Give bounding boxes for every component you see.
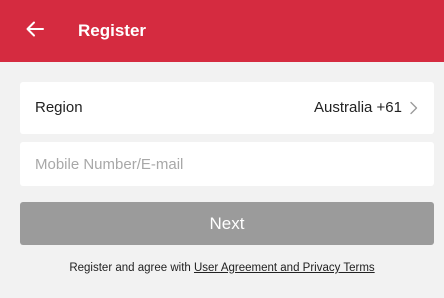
user-agreement-link[interactable]: User Agreement and Privacy Terms xyxy=(194,262,375,274)
agreement-prefix: Register and agree with xyxy=(69,262,194,274)
agreement-text: Register and agree with User Agreement a… xyxy=(0,262,444,274)
back-button[interactable] xyxy=(22,18,48,44)
page-title: Register xyxy=(78,21,147,40)
app-header: Register xyxy=(0,0,444,62)
register-screen: Register Region Australia +61 Next Regis… xyxy=(0,0,444,298)
arrow-left-icon xyxy=(26,21,44,42)
region-value[interactable]: Australia +61 xyxy=(314,82,402,134)
mobile-email-input[interactable] xyxy=(35,142,420,186)
account-field-container xyxy=(20,142,434,186)
next-button[interactable]: Next xyxy=(20,202,434,245)
chevron-right-icon xyxy=(408,101,420,115)
region-selector[interactable]: Region Australia +61 xyxy=(20,82,434,134)
region-label: Region xyxy=(35,99,83,116)
